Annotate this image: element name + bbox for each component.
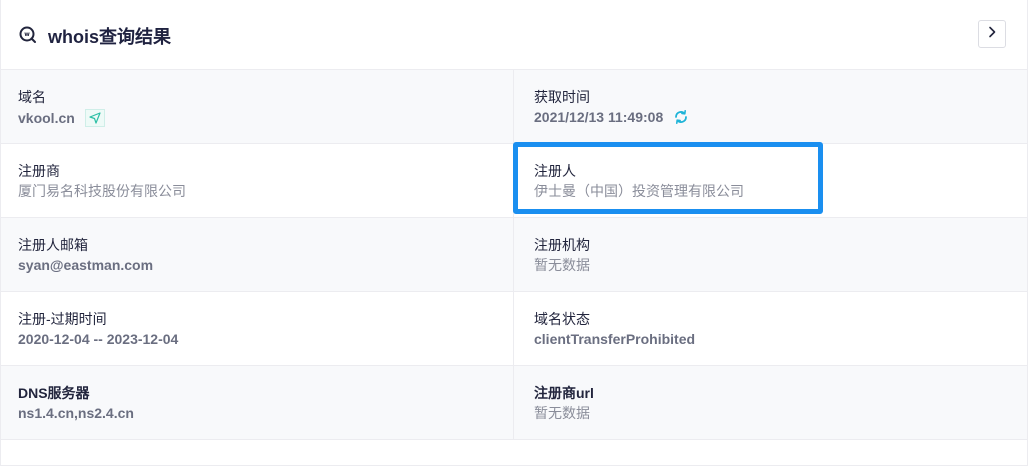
field-label: 注册商 <box>18 163 60 179</box>
card-header: w whois查询结果 <box>1 0 1027 70</box>
whois-search-icon: w <box>18 25 38 45</box>
field-registrar-url: 注册商url 暂无数据 <box>514 366 1026 439</box>
registrant-org-value: 暂无数据 <box>534 257 590 273</box>
field-reg-expire: 注册-过期时间 2020-12-04 -- 2023-12-04 <box>1 292 514 365</box>
field-label: DNS服务器 <box>18 385 90 401</box>
table-row: 注册-过期时间 2020-12-04 -- 2023-12-04 域名状态 cl… <box>1 292 1027 366</box>
navigate-icon[interactable] <box>84 109 105 127</box>
field-label: 注册机构 <box>534 237 590 253</box>
registrar-value: 厦门易名科技股份有限公司 <box>18 183 186 199</box>
domain-status-value: clientTransferProhibited <box>534 331 696 347</box>
whois-fields-grid: 域名 vkool.cn 获取时间 2021/12/13 11:49:08 注册商… <box>1 70 1027 440</box>
page-title: whois查询结果 <box>48 27 172 47</box>
next-button[interactable] <box>978 20 1006 48</box>
registrant-email-value: syan@eastman.com <box>18 257 154 273</box>
field-label: 注册商url <box>534 385 594 401</box>
refresh-icon[interactable] <box>673 109 689 125</box>
table-row: DNS服务器 ns1.4.cn,ns2.4.cn 注册商url 暂无数据 <box>1 366 1027 440</box>
table-row: 注册商 厦门易名科技股份有限公司 注册人 伊士曼（中国）投资管理有限公司 <box>1 144 1027 218</box>
field-value-domain: vkool.cn <box>18 109 513 127</box>
registrant-value: 伊士曼（中国）投资管理有限公司 <box>534 183 744 199</box>
chevron-right-icon <box>986 25 998 43</box>
field-registrant: 注册人 伊士曼（中国）投资管理有限公司 <box>514 144 1026 217</box>
field-domain-status: 域名状态 clientTransferProhibited <box>514 292 1026 365</box>
field-label: 注册-过期时间 <box>18 311 107 327</box>
registrar-url-value: 暂无数据 <box>534 405 590 421</box>
whois-result-card: w whois查询结果 域名 vkool.cn 获取时间 2021/12/13 … <box>0 0 1028 466</box>
field-fetch-time: 获取时间 2021/12/13 11:49:08 <box>514 70 1026 143</box>
field-value-fetch-time: 2021/12/13 11:49:08 <box>534 109 1026 125</box>
field-label: 注册人邮箱 <box>18 237 88 253</box>
table-row: 域名 vkool.cn 获取时间 2021/12/13 11:49:08 <box>1 70 1027 144</box>
field-label: 域名 <box>18 89 46 105</box>
field-registrar: 注册商 厦门易名科技股份有限公司 <box>1 144 514 217</box>
table-row: 注册人邮箱 syan@eastman.com 注册机构 暂无数据 <box>1 218 1027 292</box>
fetch-time-value: 2021/12/13 11:49:08 <box>534 109 664 125</box>
svg-text:w: w <box>24 31 30 38</box>
field-label: 域名状态 <box>534 311 590 327</box>
dns-value: ns1.4.cn,ns2.4.cn <box>18 405 134 421</box>
field-registrant-email: 注册人邮箱 syan@eastman.com <box>1 218 514 291</box>
reg-expire-value: 2020-12-04 -- 2023-12-04 <box>18 331 179 347</box>
field-registrant-org: 注册机构 暂无数据 <box>514 218 1026 291</box>
domain-value: vkool.cn <box>18 110 75 126</box>
field-dns: DNS服务器 ns1.4.cn,ns2.4.cn <box>1 366 514 439</box>
field-domain: 域名 vkool.cn <box>1 70 514 143</box>
field-label: 注册人 <box>534 163 576 179</box>
field-label: 获取时间 <box>534 89 590 105</box>
